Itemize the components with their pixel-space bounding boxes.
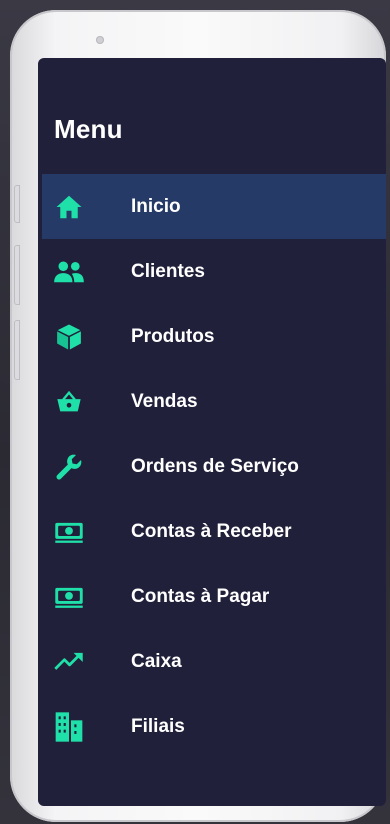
phone-frame: Menu Inicio Clientes Produtos Vendas Ord… [10, 10, 386, 822]
menu-item-vendas[interactable]: Vendas [42, 369, 386, 434]
trending-up-icon [52, 645, 86, 679]
basket-icon [52, 385, 86, 419]
app-screen: Menu Inicio Clientes Produtos Vendas Ord… [38, 58, 386, 806]
front-camera [96, 36, 104, 44]
menu-item-label: Caixa [131, 650, 182, 672]
menu-item-contas-a-receber[interactable]: Contas à Receber [42, 499, 386, 564]
menu-list: Inicio Clientes Produtos Vendas Ordens d… [42, 174, 386, 759]
menu-title: Menu [54, 114, 123, 144]
money-icon [52, 515, 86, 549]
wrench-icon [52, 450, 86, 484]
menu-item-inicio[interactable]: Inicio [42, 174, 386, 239]
menu-item-label: Vendas [131, 390, 198, 412]
phone-side-button [14, 185, 20, 223]
users-icon [52, 255, 86, 289]
menu-item-ordens-de-servico[interactable]: Ordens de Serviço [42, 434, 386, 499]
menu-item-label: Ordens de Serviço [131, 455, 299, 477]
box-icon [52, 320, 86, 354]
menu-item-label: Produtos [131, 325, 215, 347]
menu-item-produtos[interactable]: Produtos [42, 304, 386, 369]
menu-item-label: Filiais [131, 715, 185, 737]
menu-item-clientes[interactable]: Clientes [42, 239, 386, 304]
menu-item-label: Clientes [131, 260, 205, 282]
menu-item-contas-a-pagar[interactable]: Contas à Pagar [42, 564, 386, 629]
menu-item-label: Contas à Pagar [131, 585, 270, 607]
money-icon [52, 580, 86, 614]
menu-item-label: Inicio [131, 195, 181, 217]
phone-side-button [14, 320, 20, 380]
menu-item-filiais[interactable]: Filiais [42, 694, 386, 759]
menu-item-label: Contas à Receber [131, 520, 292, 542]
home-icon [52, 190, 86, 224]
phone-side-button [14, 245, 20, 305]
buildings-icon [52, 710, 86, 744]
menu-item-caixa[interactable]: Caixa [42, 629, 386, 694]
